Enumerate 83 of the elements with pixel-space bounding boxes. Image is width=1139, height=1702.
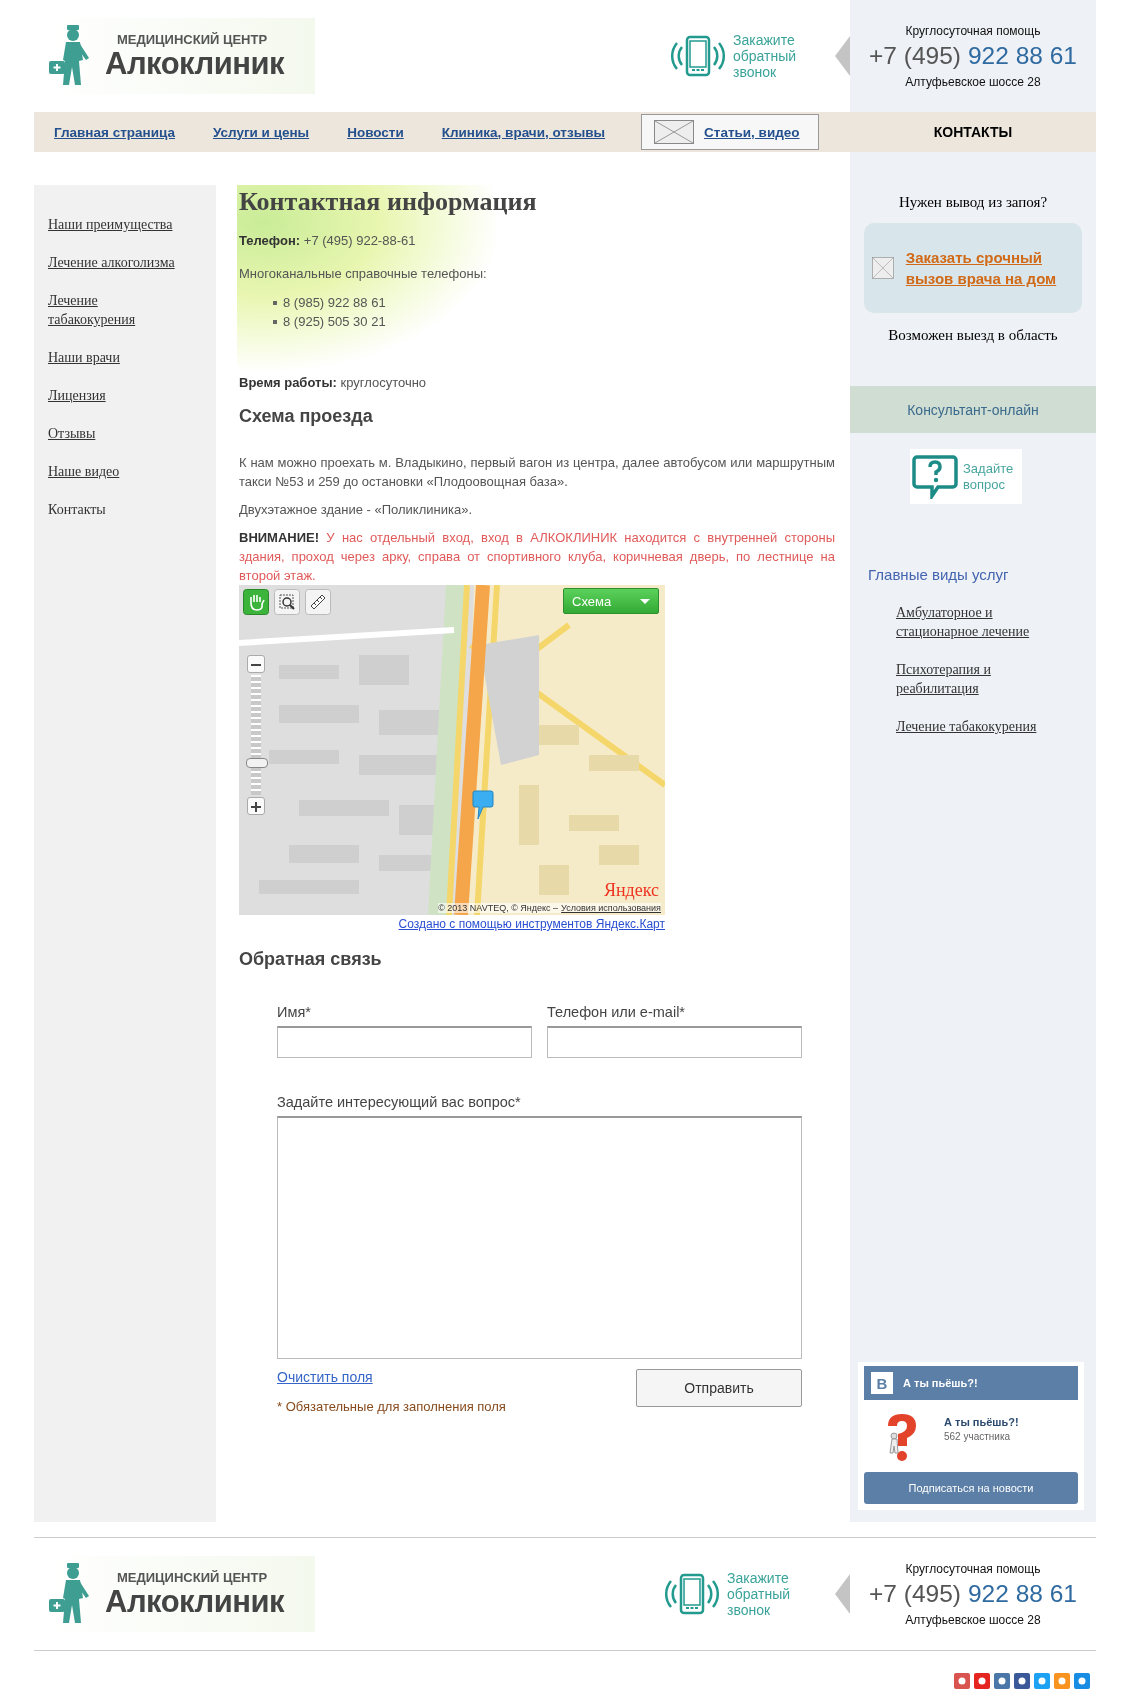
phone-code: +7 (495) xyxy=(869,41,961,69)
nav-link[interactable]: Статьи, видео xyxy=(641,114,819,150)
contact-caption: Круглосуточная помощь xyxy=(905,1561,1041,1576)
map-logo: Яндекс xyxy=(603,880,659,901)
share-icon[interactable] xyxy=(1014,1673,1030,1689)
section-title: Схема проезда xyxy=(239,406,374,427)
question-field[interactable] xyxy=(277,1116,802,1359)
field-label: Имя* xyxy=(277,1004,312,1020)
phone-code: +7 (495) xyxy=(869,1579,961,1607)
paragraph: К нам можно проехать м. Владыкино, первый вагон из центра, далее автобусом или маршрутным такси №53 и 259 до остановки «Плодоовощная база». xyxy=(239,454,835,491)
sidebar-link[interactable]: Наше видео xyxy=(48,462,120,481)
widget-title: А ты пьёшь?! xyxy=(903,1377,978,1389)
phone-text: Телефон: +7 (495) 922-88-61 xyxy=(239,232,417,250)
mobile-phone-icon xyxy=(669,35,727,77)
input-field[interactable] xyxy=(547,1026,802,1058)
field-label: Телефон или e-mail* xyxy=(547,1004,686,1020)
phone-text: 8 (925) 505 30 21 xyxy=(283,313,386,331)
pointer-icon xyxy=(835,1574,850,1614)
nav-link[interactable]: Главная страница xyxy=(54,124,175,140)
widget-logo: B xyxy=(871,1372,893,1394)
share-icon[interactable] xyxy=(1074,1673,1090,1689)
logo-name: Алкоклиник xyxy=(105,46,285,81)
consultant-online-button[interactable]: Консультант-онлайн xyxy=(850,386,1096,433)
promo-question: Нужен вывод из запоя? xyxy=(897,194,1049,211)
hours-text: Время работы: круглосуточно xyxy=(239,374,428,392)
address: Алтуфьевское шоссе 28 xyxy=(905,74,1041,89)
subscribe-button[interactable]: Подписаться на новости xyxy=(864,1472,1078,1504)
phone-number: 922 88 61 xyxy=(967,1579,1077,1607)
logo-name: Алкоклиник xyxy=(105,1584,285,1619)
caret-icon xyxy=(640,598,650,604)
map-copyright: © 2013 NAVTEQ, © Яндекс – xyxy=(438,903,559,913)
phone-number: 922 88 61 xyxy=(967,41,1077,69)
map-credit-link[interactable]: Создано с помощью инструментов Яндекс.Карт xyxy=(398,917,665,931)
zoom-in-button[interactable] xyxy=(247,797,265,815)
bullet-icon xyxy=(273,319,277,324)
sidebar-link[interactable]: Лечение табакокурения xyxy=(48,291,186,329)
zoom-slider-thumb[interactable] xyxy=(246,757,268,768)
speech-bubble-icon xyxy=(912,454,958,499)
terms-link[interactable]: Условия использования xyxy=(561,903,661,913)
member-count: 562 участника xyxy=(944,1431,1012,1442)
phone-text: 8 (985) 922 88 61 xyxy=(283,294,386,312)
service-link[interactable]: Лечение табакокурения xyxy=(896,717,1046,736)
sidebar-link[interactable]: Наши преимущества xyxy=(48,215,173,234)
nav-link[interactable]: Новости xyxy=(347,124,404,140)
field-label: Задайте интересующий вас вопрос* xyxy=(277,1094,522,1110)
sidebar-link[interactable]: Контакты xyxy=(48,500,106,519)
nav-link[interactable]: КОНТАКТЫ xyxy=(933,124,1013,140)
bullet-icon xyxy=(273,300,277,305)
clear-fields-link[interactable]: Очистить поля xyxy=(277,1369,506,1385)
required-note: * Обязательные для заполнения поля xyxy=(277,1399,506,1414)
contact-caption: Круглосуточная помощь xyxy=(905,23,1041,38)
phones-caption: Многоканальные справочные телефоны: xyxy=(239,265,488,283)
logo-subtitle: МЕДИЦИНСКИЙ ЦЕНТР xyxy=(117,31,269,47)
share-icon[interactable] xyxy=(994,1673,1010,1689)
share-icon[interactable] xyxy=(1034,1673,1050,1689)
service-link[interactable]: Амбулаторное и стационарное лечение xyxy=(896,603,1046,641)
sidebar-link[interactable]: Лечение алкоголизма xyxy=(48,253,175,272)
zoom-area-icon[interactable] xyxy=(274,589,300,615)
sidebar-link[interactable]: Наши врачи xyxy=(48,348,120,367)
hand-tool-icon[interactable] xyxy=(243,589,269,615)
ruler-icon[interactable] xyxy=(305,589,331,615)
services-title: Главные виды услуг xyxy=(868,566,1010,583)
sidebar-link[interactable]: Лицензия xyxy=(48,386,106,405)
share-icon[interactable] xyxy=(974,1673,990,1689)
map-pin-icon xyxy=(472,790,494,820)
section-title: Обратная связь xyxy=(239,949,383,970)
nav-link[interactable]: Клиника, врачи, отзывы xyxy=(441,124,606,140)
zoom-out-button[interactable] xyxy=(247,655,265,673)
page-title: Контактная информация xyxy=(238,186,538,217)
input-field[interactable] xyxy=(277,1026,532,1058)
address: Алтуфьевское шоссе 28 xyxy=(905,1612,1041,1627)
sidebar-link[interactable]: Отзывы xyxy=(48,424,96,443)
service-link[interactable]: Психотерапия и реабилитация xyxy=(896,660,1046,698)
submit-button[interactable]: Отправить xyxy=(636,1369,802,1407)
nav-link[interactable]: Услуги и цены xyxy=(212,124,310,140)
region-note: Возможен выезд в область xyxy=(887,327,1059,344)
paragraph: Двухэтажное здание - «Поликлиника». xyxy=(239,501,473,519)
mobile-phone-icon xyxy=(663,1573,721,1615)
image-placeholder-icon xyxy=(654,120,695,144)
share-icon[interactable] xyxy=(954,1673,970,1689)
warning-text: ВНИМАНИЕ! У нас отдельный вход, вход в АЛКОКЛИНИК находится с внутренней стороны здания, проход через арку, справа от спортивного клуба, коричневая дверь, по лестнице на второй этаж. xyxy=(239,529,835,585)
logo-subtitle: МЕДИЦИНСКИЙ ЦЕНТР xyxy=(117,1569,269,1585)
group-name: А ты пьёшь?! xyxy=(944,1416,1019,1428)
